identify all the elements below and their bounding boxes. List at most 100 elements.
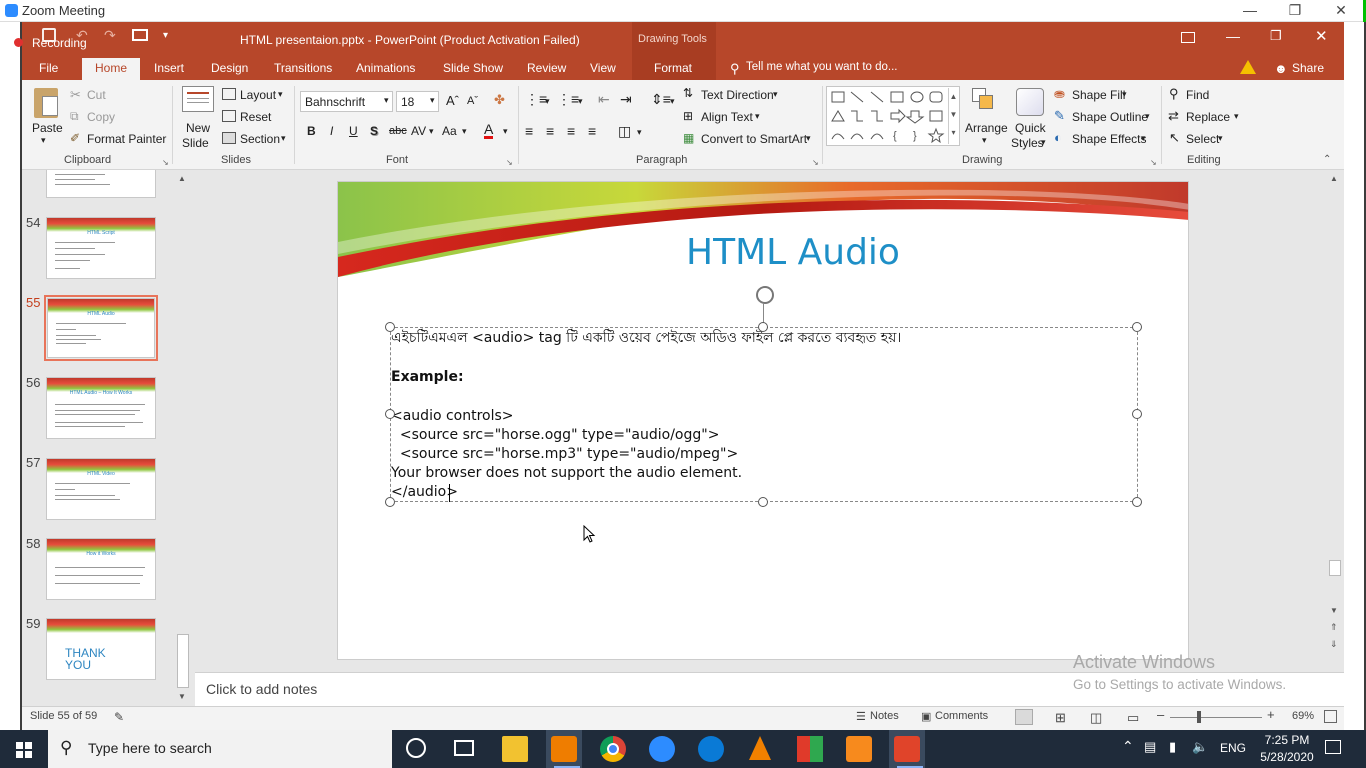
font-size-dropdown-icon[interactable]: ▾ [430,95,435,106]
redo-icon[interactable]: ↷ [104,27,116,44]
slide-thumbnail[interactable]: HTML Script [46,217,156,279]
slideshow-start-icon[interactable] [132,29,148,41]
zoom-slider[interactable] [1170,717,1262,718]
tab-insert[interactable]: Insert [154,61,184,79]
tab-animations[interactable]: Animations [356,61,415,79]
comments-button[interactable]: Comments [935,710,988,722]
shape-outline-dropdown-icon[interactable]: ▾ [1145,111,1150,122]
align-right-icon[interactable]: ≡ [567,123,575,139]
font-name-box[interactable]: Bahnschrift [300,91,393,112]
resize-handle[interactable] [385,322,395,332]
shape-fill-dropdown-icon[interactable]: ▾ [1122,89,1127,100]
quick-styles-dropdown-icon[interactable]: ▾ [1041,137,1046,148]
previous-slide-icon[interactable]: ⇑ [1330,622,1338,633]
text-direction-dropdown-icon[interactable]: ▾ [773,89,778,100]
layout-dropdown-icon[interactable]: ▾ [278,89,283,100]
font-name-dropdown-icon[interactable]: ▾ [384,95,389,106]
minimize-icon[interactable]: — [1240,2,1260,18]
increase-font-icon[interactable]: Aˆ [446,93,459,108]
shadow-button[interactable]: S [370,124,378,138]
underline-button[interactable]: U [349,124,358,138]
copy-button[interactable]: Copy [87,110,115,124]
qat-customize-icon[interactable]: ▾ [163,30,168,41]
normal-view-icon[interactable] [1015,709,1033,725]
tab-review[interactable]: Review [527,61,566,79]
scroll-thumb[interactable] [1329,560,1341,576]
file-explorer-icon[interactable] [502,736,528,762]
shapes-gallery-scroll[interactable]: ▲ ▼ ▾ [948,88,958,144]
paste-dropdown-icon[interactable]: ▾ [41,135,46,146]
columns-dropdown-icon[interactable]: ▾ [637,127,642,138]
taskbar-search[interactable]: ⚲ Type here to search [48,730,392,768]
content-textbox[interactable]: এইচটিএমএল <audio> tag টি একটি ওয়েব পেইজ… [390,327,1138,502]
share-button[interactable]: Share [1292,61,1324,79]
font-color-button[interactable]: A [484,122,494,139]
shape-effects-button[interactable]: Shape Effects [1072,132,1147,146]
ppt-restore-icon[interactable]: ❐ [1270,28,1282,44]
clock-time[interactable]: 7:25 PM [1262,733,1312,747]
layout-button[interactable]: Layout [240,88,276,102]
vlc-icon[interactable] [749,736,771,760]
smartart-dropdown-icon[interactable]: ▾ [806,133,811,144]
text-direction-button[interactable]: Text Direction [701,88,774,102]
change-case-button[interactable]: Aa [442,124,457,138]
align-center-icon[interactable]: ≡ [546,123,554,139]
task-view-icon[interactable] [454,740,474,756]
tab-view[interactable]: View [590,61,616,79]
section-dropdown-icon[interactable]: ▾ [281,133,286,144]
drawing-launcher-icon[interactable]: ↘ [1150,158,1157,167]
justify-icon[interactable]: ≡ [588,123,596,139]
resize-handle[interactable] [385,409,395,419]
cut-button[interactable]: Cut [87,88,106,102]
reset-button[interactable]: Reset [240,110,271,124]
thumbnail-scrollbar[interactable]: ▲ ▼ [175,172,191,704]
scroll-thumb[interactable] [177,634,189,688]
bullets-dropdown-icon[interactable]: ▾ [545,96,550,107]
tab-transitions[interactable]: Transitions [274,61,332,79]
spellcheck-icon[interactable]: ✎ [114,710,124,724]
zoom-app-icon[interactable] [649,736,675,762]
change-case-dropdown-icon[interactable]: ▾ [462,126,467,137]
shapes-gallery[interactable]: {} [826,86,960,146]
slide-sorter-icon[interactable]: ⊞ [1055,710,1066,726]
notes-placeholder[interactable]: Click to add notes [206,681,317,697]
select-button[interactable]: Select [1186,132,1219,146]
xampp-icon[interactable] [846,736,872,762]
new-slide-icon[interactable] [182,86,214,112]
sublime-text-icon[interactable] [551,736,577,762]
volume-icon[interactable]: 🔈 [1192,739,1208,755]
increase-indent-icon[interactable]: ⇥ [620,91,632,108]
char-spacing-button[interactable]: AV [411,124,426,138]
ribbon-display-icon[interactable] [1181,32,1195,43]
notes-button[interactable]: Notes [870,710,899,722]
decrease-indent-icon[interactable]: ⇤ [598,91,610,108]
section-button[interactable]: Section [240,132,280,146]
convert-smartart-button[interactable]: Convert to SmartArt [701,132,807,146]
zoom-in-icon[interactable]: + [1267,707,1275,722]
clock-date[interactable]: 5/28/2020 [1252,750,1322,764]
slide-thumbnail[interactable]: HTML Audio – How It Works [46,377,156,439]
font-launcher-icon[interactable]: ↘ [506,158,513,167]
resize-handle[interactable] [758,497,768,507]
numbering-icon[interactable]: ⋮≡ [557,91,579,108]
network-icon[interactable]: ▤ [1144,739,1156,755]
shape-fill-button[interactable]: Shape Fill [1072,88,1125,102]
replace-button[interactable]: Replace [1186,110,1230,124]
slideshow-view-icon[interactable]: ▭ [1127,710,1139,726]
char-spacing-dropdown-icon[interactable]: ▾ [429,126,434,137]
resize-handle[interactable] [1132,409,1142,419]
strikethrough-button[interactable]: abc [389,125,407,137]
clipboard-launcher-icon[interactable]: ↘ [162,158,169,167]
cortana-icon[interactable] [406,738,426,758]
new-slide-button[interactable]: New [186,121,210,135]
shape-effects-dropdown-icon[interactable]: ▾ [1141,133,1146,144]
slide-canvas[interactable]: HTML Audio এইচটিএমএল <audio> tag টি একটি… [337,181,1189,660]
line-spacing-icon[interactable]: ⇕≡ [651,91,671,108]
chrome-icon[interactable] [600,736,626,762]
slide-thumbnail[interactable]: HTML Video [46,458,156,520]
tab-slide-show[interactable]: Slide Show [443,61,503,79]
language-indicator[interactable]: ENG [1220,741,1246,755]
slide-thumbnail[interactable]: THANK YOU [46,618,156,680]
arrange-dropdown-icon[interactable]: ▾ [982,135,987,146]
font-color-dropdown-icon[interactable]: ▾ [503,126,508,137]
